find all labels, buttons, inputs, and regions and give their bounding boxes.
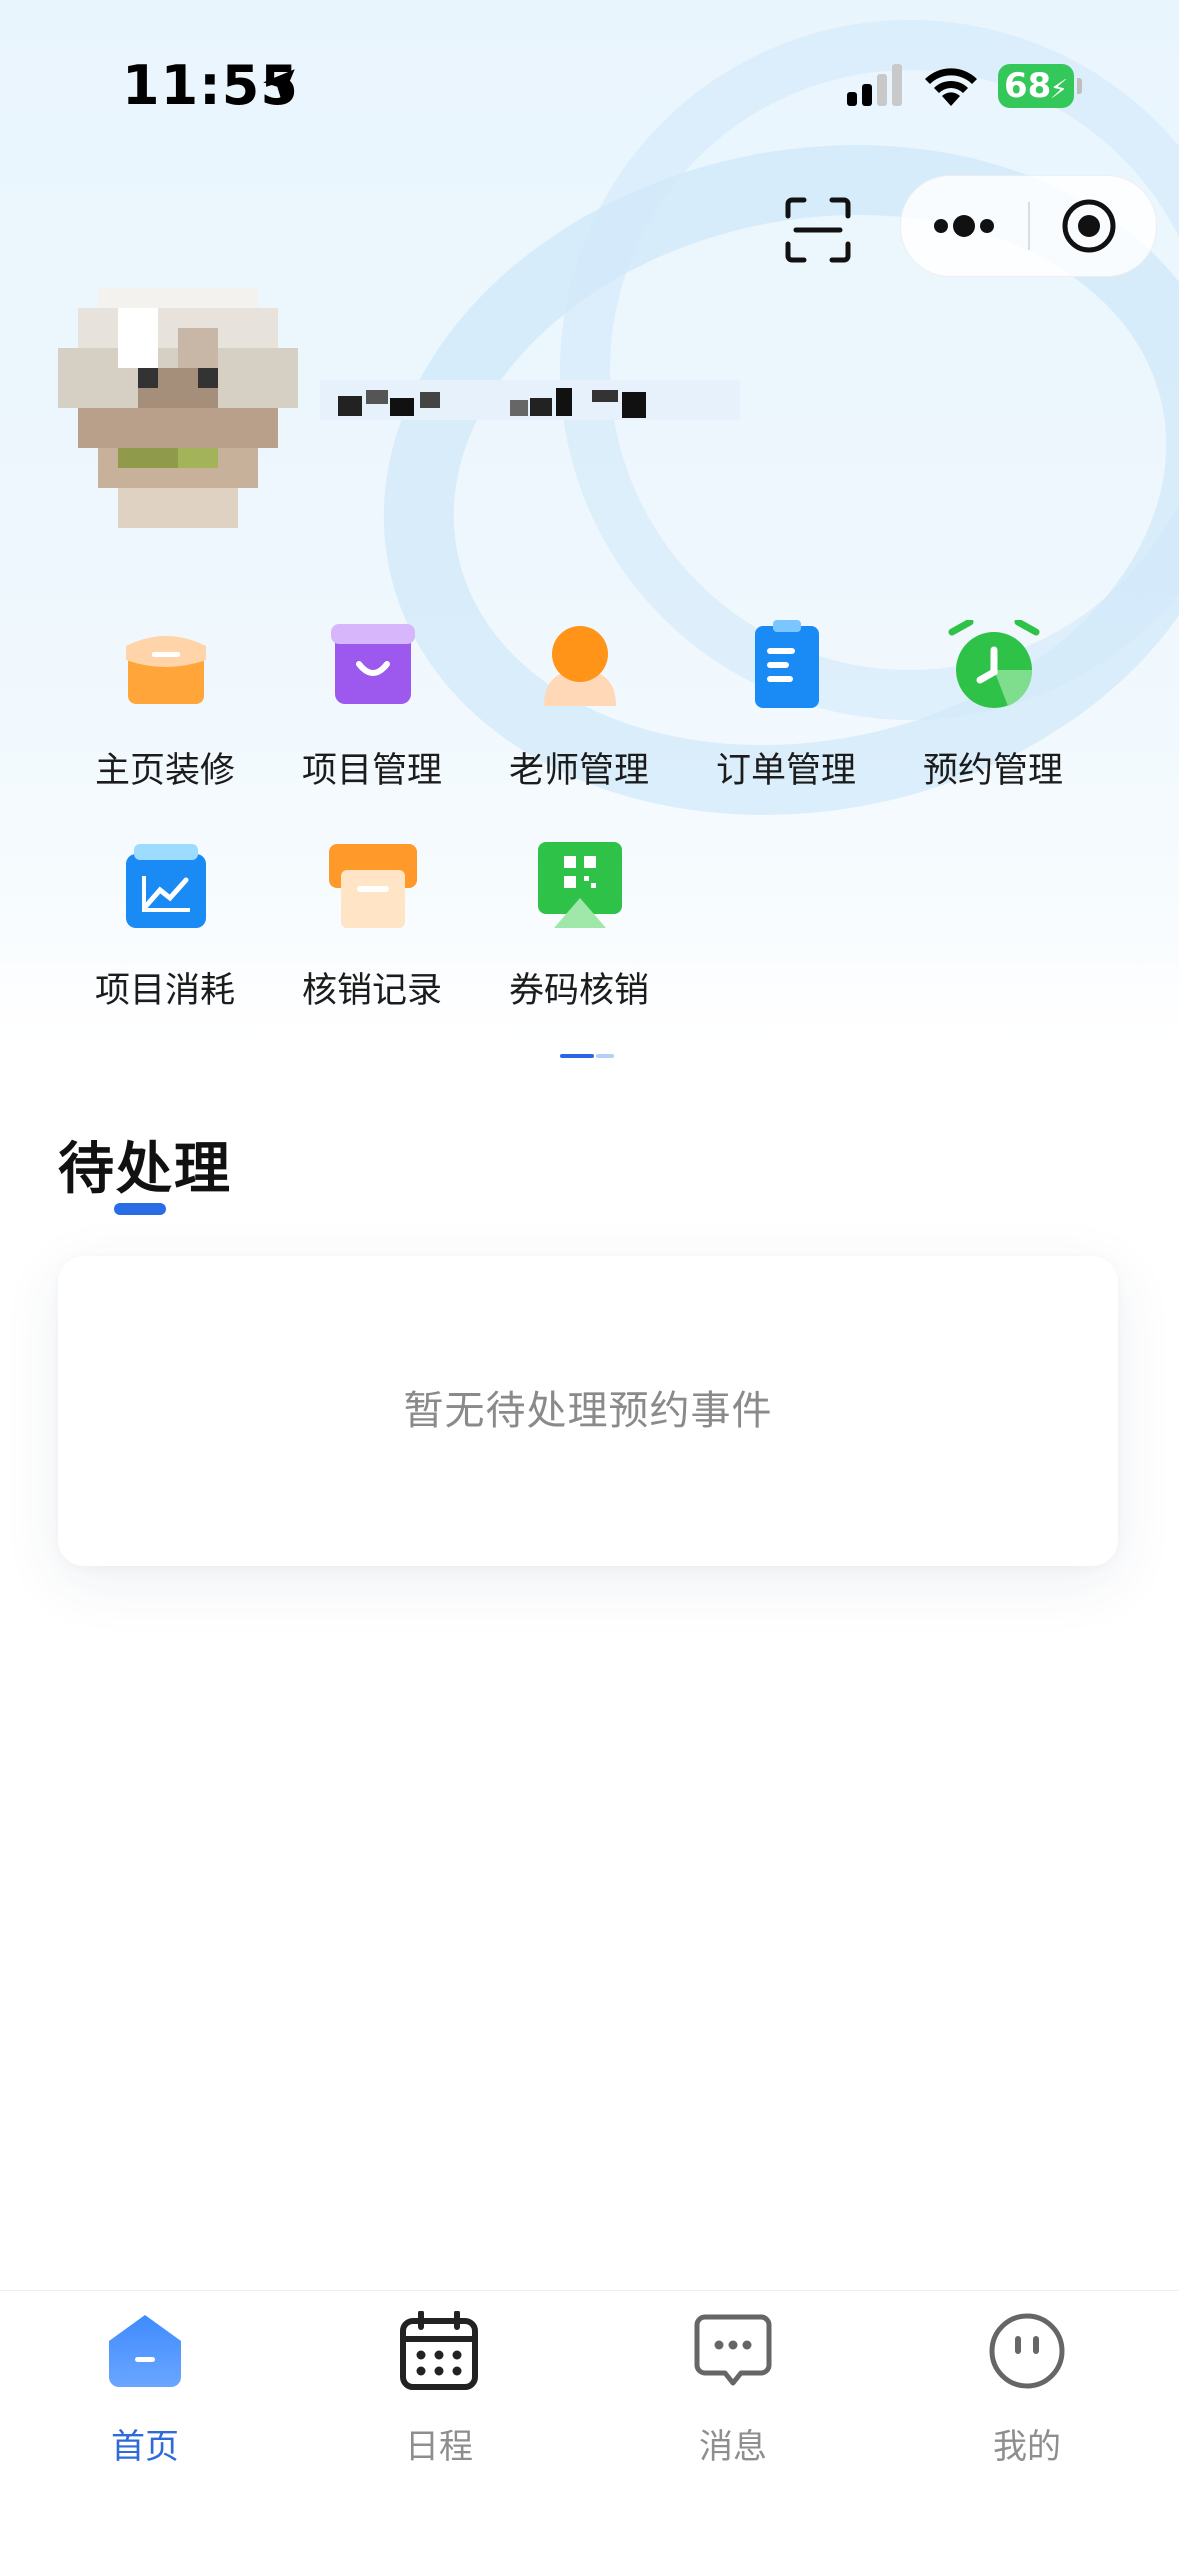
calendar-icon bbox=[400, 2311, 478, 2390]
qrcode-icon bbox=[538, 842, 622, 928]
home-icon bbox=[109, 2315, 181, 2387]
wifi-icon bbox=[925, 68, 977, 106]
pending-section-title: 待处理 bbox=[58, 1137, 232, 1202]
status-bar: 11:55 68 ⚡ bbox=[0, 0, 1179, 150]
more-dots-icon[interactable] bbox=[931, 208, 997, 244]
location-arrow-icon bbox=[263, 69, 295, 101]
shop-name bbox=[320, 340, 740, 460]
menu-label: 项目消耗 bbox=[94, 971, 235, 1011]
alarm-clock-icon bbox=[948, 620, 1040, 708]
menu-item-project-consume[interactable]: 项目消耗 bbox=[60, 840, 270, 1040]
tab-label: 消息 bbox=[699, 2427, 767, 2467]
profile-face-icon bbox=[989, 2313, 1065, 2389]
menu-item-booking-manage[interactable]: 预约管理 bbox=[888, 620, 1098, 820]
menu-item-shop-decor[interactable]: 主页装修 bbox=[60, 620, 270, 820]
menu-item-project-manage[interactable]: 项目管理 bbox=[267, 620, 477, 820]
battery-cap bbox=[1077, 78, 1082, 94]
teacher-icon bbox=[544, 626, 616, 706]
message-icon bbox=[694, 2314, 772, 2386]
battery-indicator: 68 ⚡ bbox=[998, 64, 1074, 108]
menu-label: 券码核销 bbox=[508, 971, 649, 1011]
menu-label: 老师管理 bbox=[508, 751, 649, 791]
menu-label: 核销记录 bbox=[301, 971, 442, 1011]
menu-item-teacher-manage[interactable]: 老师管理 bbox=[474, 620, 684, 820]
shop-name-redacted bbox=[320, 380, 740, 420]
scan-icon[interactable] bbox=[784, 196, 852, 264]
menu-label: 订单管理 bbox=[715, 751, 856, 791]
order-clipboard-icon bbox=[755, 620, 819, 708]
tab-messages[interactable]: 消息 bbox=[613, 2311, 853, 2481]
section-title-underline bbox=[114, 1203, 166, 1215]
capsule-divider bbox=[1028, 202, 1030, 250]
menu-label: 项目管理 bbox=[301, 751, 442, 791]
cellular-signal-icon bbox=[847, 64, 902, 106]
menu-item-coupon-redeem[interactable]: 券码核销 bbox=[474, 840, 684, 1040]
tab-label: 首页 bbox=[111, 2427, 179, 2467]
record-box-icon bbox=[329, 844, 417, 928]
menu-item-order-manage[interactable]: 订单管理 bbox=[681, 620, 891, 820]
bottom-tab-bar: 首页 日程 消息 我的 bbox=[0, 2290, 1179, 2557]
miniprogram-capsule bbox=[900, 175, 1157, 277]
consumption-chart-icon bbox=[126, 844, 206, 928]
empty-state-text: 暂无待处理预约事件 bbox=[403, 1388, 773, 1434]
tab-schedule[interactable]: 日程 bbox=[319, 2311, 559, 2481]
battery-charging-icon: ⚡ bbox=[1049, 75, 1068, 105]
close-target-icon[interactable] bbox=[1061, 198, 1117, 254]
project-bag-icon bbox=[331, 624, 415, 704]
tab-label: 我的 bbox=[993, 2427, 1061, 2467]
shop-decor-icon bbox=[126, 636, 206, 704]
pending-empty-card: 暂无待处理预约事件 bbox=[58, 1256, 1118, 1566]
menu-label: 主页装修 bbox=[94, 751, 235, 791]
tab-label: 日程 bbox=[405, 2427, 473, 2467]
avatar[interactable] bbox=[58, 288, 298, 528]
menu-item-redeem-record[interactable]: 核销记录 bbox=[267, 840, 477, 1040]
tab-profile[interactable]: 我的 bbox=[907, 2311, 1147, 2481]
tab-home[interactable]: 首页 bbox=[25, 2311, 265, 2481]
menu-label: 预约管理 bbox=[922, 751, 1063, 791]
